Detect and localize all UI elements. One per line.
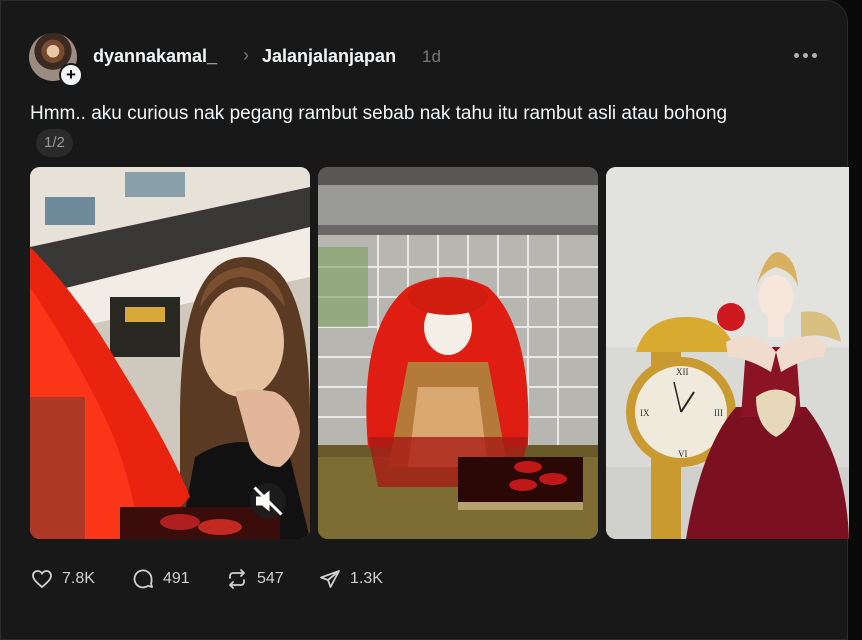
- repost-count: 547: [257, 570, 284, 587]
- media-image-2[interactable]: [318, 167, 598, 539]
- avatar[interactable]: +: [29, 33, 83, 87]
- post-card: + dyannakamal_ › Jalanjalanjapan 1d Hmm.…: [0, 0, 849, 640]
- svg-text:XII: XII: [676, 367, 689, 377]
- share-button[interactable]: 1.3K: [318, 563, 383, 595]
- comment-count: 491: [163, 570, 190, 587]
- action-bar: 7.8K 491 547 1.3K: [30, 563, 530, 595]
- username[interactable]: dyannakamal_: [93, 46, 217, 67]
- follow-plus-icon[interactable]: +: [59, 63, 83, 87]
- repost-button[interactable]: 547: [225, 563, 284, 595]
- more-options-icon[interactable]: [791, 43, 819, 67]
- topic-tag[interactable]: Jalanjalanjapan: [262, 46, 396, 67]
- svg-text:III: III: [714, 408, 723, 418]
- share-count: 1.3K: [350, 570, 383, 587]
- post-header: + dyannakamal_ › Jalanjalanjapan 1d: [29, 33, 829, 87]
- send-icon: [320, 570, 340, 588]
- post-body: Hmm.. aku curious nak pegang rambut seba…: [30, 103, 728, 124]
- comment-icon: [133, 569, 153, 589]
- media-image-3[interactable]: XII III VI IX: [606, 167, 849, 539]
- like-count: 7.8K: [62, 570, 95, 587]
- muted-video-icon[interactable]: [250, 483, 286, 519]
- post-text: Hmm.. aku curious nak pegang rambut seba…: [30, 99, 750, 157]
- page-indicator-badge: 1/2: [36, 128, 73, 157]
- heart-icon: [32, 570, 52, 589]
- chevron-right-icon: ›: [243, 45, 249, 65]
- media-image-1[interactable]: [30, 167, 310, 539]
- comment-button[interactable]: 491: [131, 563, 190, 595]
- svg-text:VI: VI: [678, 449, 688, 459]
- svg-text:IX: IX: [640, 408, 650, 418]
- repost-icon: [229, 569, 245, 589]
- like-button[interactable]: 7.8K: [30, 563, 95, 595]
- post-timestamp: 1d: [422, 47, 441, 66]
